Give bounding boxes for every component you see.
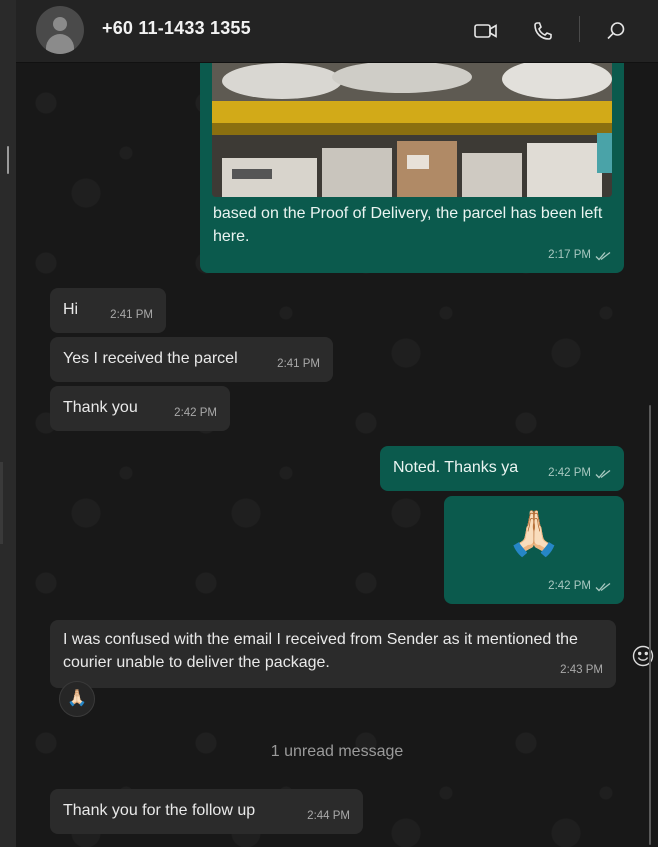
message-time-label: 2:41 PM	[110, 309, 153, 321]
message-time: 2:43 PM	[560, 659, 603, 682]
message-time: 2:41 PM	[110, 304, 153, 327]
avatar-head-icon	[53, 17, 67, 31]
message-time: 2:17 PM	[548, 244, 611, 267]
message-time-label: 2:42 PM	[174, 407, 217, 419]
message-incoming[interactable]: Hi 2:41 PM	[50, 288, 166, 333]
message-text: Thank you for the follow up	[63, 802, 256, 819]
resize-grip[interactable]	[7, 146, 9, 174]
message-outgoing-emoji[interactable]: 🙏🏻 2:42 PM	[444, 496, 624, 604]
message-time: 2:42 PM	[174, 402, 217, 425]
message-reaction[interactable]: 🙏🏻	[59, 681, 95, 717]
message-text: Thank you	[63, 399, 138, 416]
message-text: Hi	[63, 301, 79, 318]
video-call-icon[interactable]	[471, 16, 501, 46]
message-time-label: 2:43 PM	[560, 664, 603, 676]
message-time-label: 2:41 PM	[277, 358, 320, 370]
praying-hands-emoji: 🙏🏻	[67, 690, 87, 707]
message-text: Yes I received the parcel	[63, 350, 238, 367]
unread-divider: 1 unread message	[270, 743, 404, 760]
message-text: I was confused with the email I received…	[63, 631, 578, 671]
message-time-label: 2:42 PM	[548, 580, 591, 592]
message-text: based on the Proof of Delivery, the parc…	[213, 205, 603, 245]
header-divider	[579, 16, 580, 42]
read-receipt-icon	[595, 582, 611, 591]
message-outgoing-image[interactable]: based on the Proof of Delivery, the parc…	[200, 63, 624, 273]
message-time: 2:41 PM	[277, 353, 320, 376]
message-incoming[interactable]: I was confused with the email I received…	[50, 620, 616, 688]
message-outgoing[interactable]: Noted. Thanks ya 2:42 PM	[380, 446, 624, 491]
proof-of-delivery-photo[interactable]	[212, 63, 612, 197]
search-icon[interactable]	[601, 16, 631, 46]
chat-area: based on the Proof of Delivery, the parc…	[16, 63, 658, 847]
message-time-label: 2:17 PM	[548, 249, 591, 261]
message-time-label: 2:44 PM	[307, 810, 350, 822]
chat-scrollbar[interactable]	[649, 405, 651, 845]
praying-hands-emoji: 🙏🏻	[506, 509, 562, 558]
read-receipt-icon	[595, 469, 611, 478]
side-panel-edge	[0, 462, 3, 544]
window-left-edge	[0, 0, 16, 847]
voice-call-icon[interactable]	[528, 16, 558, 46]
avatar-body-icon	[46, 34, 74, 54]
contact-avatar[interactable]	[36, 6, 84, 54]
contact-name[interactable]: +60 11-1433 1355	[102, 18, 251, 39]
message-incoming[interactable]: Thank you 2:42 PM	[50, 386, 230, 431]
message-incoming[interactable]: Yes I received the parcel 2:41 PM	[50, 337, 333, 382]
message-text: Noted. Thanks ya	[393, 459, 519, 476]
read-receipt-icon	[595, 251, 611, 260]
chat-header: +60 11-1433 1355	[16, 0, 658, 63]
message-incoming[interactable]: Thank you for the follow up 2:44 PM	[50, 789, 363, 834]
message-time: 2:42 PM	[548, 575, 611, 598]
message-time-label: 2:42 PM	[548, 467, 591, 479]
message-time: 2:44 PM	[307, 805, 350, 828]
emoji-reaction-icon[interactable]	[631, 644, 655, 668]
message-time: 2:42 PM	[548, 462, 611, 485]
